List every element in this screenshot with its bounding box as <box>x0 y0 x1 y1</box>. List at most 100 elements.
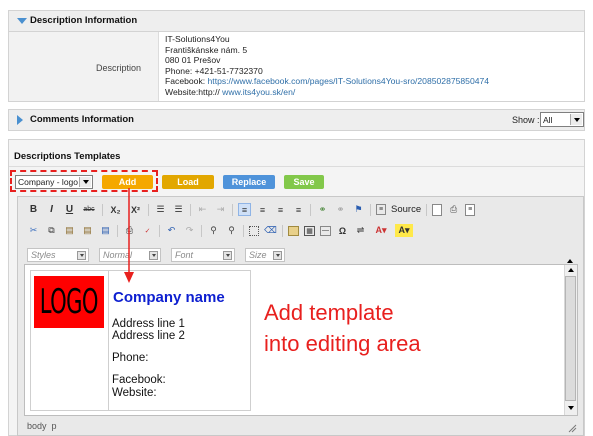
comments-show-select[interactable]: All <box>540 112 584 127</box>
replace-icon[interactable]: ⚲ <box>225 224 238 237</box>
comments-title: Comments Information <box>30 114 134 125</box>
select-all-icon[interactable] <box>249 225 259 236</box>
toolbar-row-2: ✂ ⧉ ▤ ▤ ▤ ⎙ ✓ ↶ ↷ ⚲ ⚲ ⌫ ▦ — Ω ⇌ A▾ A▾ <box>27 223 413 238</box>
anchor-flag-icon[interactable]: ⚑ <box>352 203 365 216</box>
copy-icon[interactable]: ⧉ <box>45 224 58 237</box>
table-icon[interactable]: ▦ <box>304 225 315 236</box>
toolbar-row-1: B I U abc X₂ X² ☰ ☰ ⇤ ⇥ ≡ ≡ ≡ ≡ ⚭ ⚭ ⚑ ≡ … <box>27 202 476 217</box>
annotation-arrow-icon <box>124 188 134 283</box>
paste-text-icon[interactable]: ▤ <box>81 224 94 237</box>
comments-show-value: All <box>543 114 553 125</box>
annotation-text: Add template into editing area <box>264 297 421 359</box>
resize-handle-icon[interactable] <box>567 423 577 433</box>
indent-icon[interactable]: ⇥ <box>214 203 227 216</box>
description-line: IT-Solutions4You <box>165 34 230 44</box>
horizontal-rule-icon[interactable]: — <box>320 225 331 236</box>
page-break-icon[interactable]: ⇌ <box>354 224 367 237</box>
scroll-up-icon[interactable] <box>568 268 574 272</box>
remove-format-icon[interactable]: ⌫ <box>264 224 277 237</box>
undo-icon[interactable]: ↶ <box>165 224 178 237</box>
website-link[interactable]: www.its4you.sk/en/ <box>222 87 295 97</box>
bg-color-icon[interactable]: A▾ <box>395 224 413 237</box>
expand-arrow-icon[interactable] <box>17 115 23 125</box>
element-path: body p <box>27 421 57 431</box>
strike-button[interactable]: abc <box>81 203 97 216</box>
size-combo[interactable]: Size <box>245 248 285 262</box>
address-block: Address line 1 Address line 2 <box>112 318 185 342</box>
text-color-icon[interactable]: A▾ <box>372 224 390 237</box>
paste-word-icon[interactable]: ▤ <box>99 224 112 237</box>
address-line-2: Address line 2 <box>112 330 185 342</box>
align-right-icon[interactable]: ≡ <box>274 203 287 216</box>
company-name: Company name <box>113 289 225 306</box>
description-line: Františkánske nám. 5 <box>165 44 248 55</box>
subscript-button[interactable]: X₂ <box>108 203 123 216</box>
source-icon[interactable]: ≡ <box>376 204 386 215</box>
template-divider <box>108 271 109 410</box>
toolbar-separator <box>148 203 149 216</box>
preview-icon[interactable]: ⎙ <box>447 203 460 216</box>
find-icon[interactable]: ⚲ <box>207 224 220 237</box>
contact-block: Facebook: Website: <box>112 374 166 399</box>
align-justify-icon[interactable]: ≡ <box>292 203 305 216</box>
chevron-down-icon[interactable] <box>149 251 158 260</box>
templates-icon[interactable]: ≡ <box>465 203 476 216</box>
italic-button[interactable]: I <box>45 203 58 216</box>
unlink-icon[interactable]: ⚭ <box>334 203 347 216</box>
spellcheck-icon[interactable]: ✓ <box>141 224 154 237</box>
editor-status-bar <box>18 418 583 435</box>
description-line: 080 01 Prešov <box>165 55 221 65</box>
chevron-down-icon[interactable] <box>570 114 582 125</box>
link-icon[interactable]: ⚭ <box>316 203 329 216</box>
paste-icon[interactable]: ▤ <box>63 224 76 237</box>
scroll-down-icon[interactable] <box>568 406 574 410</box>
redo-icon[interactable]: ↷ <box>183 224 196 237</box>
align-left-icon[interactable]: ≡ <box>238 203 251 216</box>
chevron-down-icon[interactable] <box>79 177 91 187</box>
font-combo[interactable]: Font <box>171 248 235 262</box>
template-select[interactable]: Company - logo <box>15 175 93 189</box>
chevron-down-icon[interactable] <box>273 251 282 260</box>
description-label: Description <box>96 63 142 73</box>
chevron-down-icon[interactable] <box>223 251 232 260</box>
image-icon[interactable] <box>288 225 299 236</box>
align-center-icon[interactable]: ≡ <box>256 203 269 216</box>
logo-box: LOGO <box>34 276 104 328</box>
load-button[interactable]: Load <box>162 175 214 189</box>
new-page-icon[interactable] <box>432 203 443 216</box>
chevron-down-icon[interactable] <box>77 251 86 260</box>
annotation-line-1: Add template <box>264 300 394 325</box>
bold-button[interactable]: B <box>27 203 40 216</box>
scroll-up-outer-icon[interactable] <box>567 259 573 263</box>
template-select-value: Company - logo <box>18 177 79 187</box>
address-line-1: Address line 1 <box>112 318 185 330</box>
save-button[interactable]: Save <box>284 175 324 189</box>
toolbar-separator <box>201 224 202 237</box>
source-button[interactable]: Source <box>391 204 421 215</box>
facebook-link[interactable]: https://www.facebook.com/pages/IT-Soluti… <box>208 76 490 86</box>
replace-button[interactable]: Replace <box>223 175 275 189</box>
scroll-thumb[interactable] <box>565 276 576 401</box>
annotation-line-2: into editing area <box>264 331 421 356</box>
underline-button[interactable]: U <box>63 203 76 216</box>
phone-text: Phone: <box>112 352 149 364</box>
numbered-list-icon[interactable]: ☰ <box>154 203 167 216</box>
special-char-icon[interactable]: Ω <box>336 224 349 237</box>
logo-text: LOGO <box>39 282 99 322</box>
description-title: Description Information <box>30 15 138 26</box>
toolbar-separator <box>232 203 233 216</box>
cut-icon[interactable]: ✂ <box>27 224 40 237</box>
website-line: Website:http:// www.its4you.sk/en/ <box>165 87 489 98</box>
toolbar-separator <box>159 224 160 237</box>
styles-combo[interactable]: Styles <box>27 248 89 262</box>
description-text: IT-Solutions4You Františkánske nám. 5 08… <box>165 34 489 97</box>
website-text: Website: <box>112 386 157 399</box>
website-label: Website:http:// <box>165 86 220 97</box>
toolbar-separator <box>426 203 428 216</box>
templates-divider <box>9 166 584 167</box>
templates-title: Descriptions Templates <box>14 151 121 162</box>
toolbar-separator <box>282 224 283 237</box>
bullet-list-icon[interactable]: ☰ <box>172 203 185 216</box>
outdent-icon[interactable]: ⇤ <box>196 203 209 216</box>
collapse-arrow-icon[interactable] <box>17 18 27 24</box>
